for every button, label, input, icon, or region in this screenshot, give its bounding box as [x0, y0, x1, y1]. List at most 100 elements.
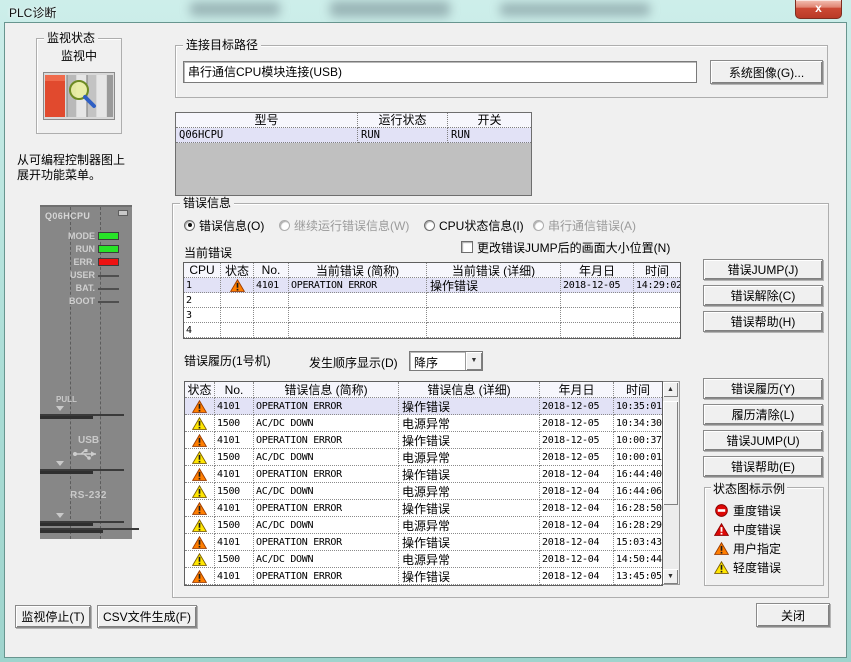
column-header: 年月日: [561, 263, 634, 278]
radio-label: 继续运行错误信息(W): [294, 217, 409, 234]
error-detail-cell: 操作错误: [399, 534, 540, 551]
date-cell: 2018-12-04: [540, 483, 614, 500]
order-select[interactable]: 降序 ▼: [409, 351, 483, 371]
radio-circle: [279, 220, 290, 231]
monitor-status-group: 监视状态 监视中: [36, 38, 122, 134]
user-specified-icon: [230, 279, 245, 292]
history-error-jump-button[interactable]: 错误JUMP(U): [703, 430, 823, 451]
user-specified-icon: [714, 542, 729, 555]
radio-2: 继续运行错误信息(W): [279, 218, 409, 232]
date-cell: 2018-12-04: [540, 517, 614, 534]
status-icon-cell: [221, 308, 254, 323]
table-row[interactable]: 4101OPERATION ERROR操作错误2018-12-0510:00:3…: [185, 432, 662, 449]
table-row[interactable]: Q06HCPURUNRUN: [176, 128, 531, 143]
module-slot-bar: [40, 521, 93, 526]
error-brief-cell: OPERATION ERROR: [254, 500, 399, 517]
current-error-table[interactable]: CPU状态No.当前错误 (简称)当前错误 (详细)年月日时间14101OPER…: [183, 262, 681, 339]
current-error-buttons: 错误JUMP(J) 错误解除(C) 错误帮助(H): [703, 259, 823, 337]
minor-error-icon: [714, 561, 729, 574]
table-cell: RUN: [358, 128, 448, 143]
error-history-table[interactable]: 状态No.错误信息 (简称)错误信息 (详细)年月日时间4101OPERATIO…: [184, 381, 663, 586]
radio-3[interactable]: CPU状态信息(I): [424, 218, 524, 232]
column-header: 错误信息 (详细): [399, 382, 540, 398]
cpu-model-table[interactable]: 型号运行状态开关Q06HCPURUNRUN: [175, 112, 532, 196]
legend-label: 轻度错误: [730, 559, 781, 576]
led-indicator-bat: [98, 288, 119, 290]
error-no-cell: 1500: [215, 415, 254, 432]
error-brief-cell: OPERATION ERROR: [254, 398, 399, 415]
led-label: USER: [40, 270, 98, 280]
connection-path-field[interactable]: 串行通信CPU模块连接(USB): [183, 61, 697, 83]
history-clear-button[interactable]: 履历清除(L): [703, 404, 823, 425]
error-no-cell: [254, 293, 289, 308]
table-row[interactable]: 1500AC/DC DOWN电源异常2018-12-0510:34:30: [185, 415, 662, 432]
close-button[interactable]: 关闭: [756, 603, 830, 627]
error-brief-cell: [289, 308, 427, 323]
error-detail-cell: 操作错误: [399, 466, 540, 483]
minor-error-icon: [192, 451, 207, 464]
error-history-button[interactable]: 错误履历(Y): [703, 378, 823, 399]
column-header: 型号: [176, 113, 358, 128]
table-row[interactable]: 3: [184, 308, 680, 323]
status-icon-cell: [185, 449, 215, 466]
table-row[interactable]: 4: [184, 323, 680, 338]
chevron-down-icon[interactable]: ▼: [465, 352, 482, 370]
led-row: ERR.: [40, 255, 132, 268]
error-detail-cell: [427, 323, 561, 338]
table-row[interactable]: 4101OPERATION ERROR操作错误2018-12-0416:44:4…: [185, 466, 662, 483]
status-icon-cell: [185, 568, 215, 585]
time-cell: 10:00:01: [614, 449, 662, 466]
plc-led-list: MODERUNERR.USERBAT.BOOT: [40, 229, 132, 307]
error-detail-cell: [427, 308, 561, 323]
error-brief-cell: AC/DC DOWN: [254, 483, 399, 500]
legend-item: 中度错误: [712, 520, 781, 539]
status-icon-cell: [221, 278, 254, 293]
module-slot-bar: [40, 469, 93, 474]
order-select-value: 降序: [414, 354, 438, 371]
error-help-button[interactable]: 错误帮助(H): [703, 311, 823, 332]
table-row[interactable]: 2: [184, 293, 680, 308]
table-row[interactable]: 4101OPERATION ERROR操作错误2018-12-0416:28:5…: [185, 500, 662, 517]
checkbox-label: 更改错误JUMP后的画面大小位置(N): [477, 239, 670, 256]
led-row: BAT.: [40, 281, 132, 294]
status-icon-cell: [185, 415, 215, 432]
system-image-button[interactable]: 系统图像(G)...: [710, 60, 823, 84]
close-icon: x: [815, 1, 822, 15]
error-no-cell: 4101: [215, 466, 254, 483]
table-row[interactable]: 14101OPERATION ERROR操作错误2018-12-0514:29:…: [184, 278, 680, 293]
column-header: 开关: [448, 113, 531, 128]
hint-text: 从可编程控制器图上 展开功能菜单。: [17, 153, 167, 183]
table-row[interactable]: 4101OPERATION ERROR操作错误2018-12-0413:45:0…: [185, 568, 662, 585]
radio-1[interactable]: 错误信息(O): [184, 218, 264, 232]
monitor-stop-button[interactable]: 监视停止(T): [15, 605, 91, 628]
table-row[interactable]: 1500AC/DC DOWN电源异常2018-12-0510:00:01: [185, 449, 662, 466]
legend-label: 中度错误: [730, 521, 781, 538]
scroll-up-button[interactable]: ▲: [663, 382, 678, 397]
scroll-down-button[interactable]: ▼: [663, 569, 678, 584]
plc-module-graphic[interactable]: Q06HCPU MODERUNERR.USERBAT.BOOT PULL USB…: [40, 205, 132, 539]
error-brief-cell: [289, 293, 427, 308]
table-row[interactable]: 1500AC/DC DOWN电源异常2018-12-0416:28:29: [185, 517, 662, 534]
resize-after-jump-checkbox[interactable]: 更改错误JUMP后的画面大小位置(N): [461, 240, 670, 254]
table-row[interactable]: 1500AC/DC DOWN电源异常2018-12-0416:44:06: [185, 483, 662, 500]
table-row[interactable]: 1500AC/DC DOWN电源异常2018-12-0414:50:44: [185, 551, 662, 568]
error-jump-button[interactable]: 错误JUMP(J): [703, 259, 823, 280]
status-icon-cell: [221, 293, 254, 308]
led-row: USER: [40, 268, 132, 281]
table-row[interactable]: 4101OPERATION ERROR操作错误2018-12-0510:35:0…: [185, 398, 662, 415]
monitor-image[interactable]: [43, 72, 115, 120]
history-scrollbar[interactable]: ▲ ▼: [663, 381, 680, 585]
column-header: No.: [254, 263, 289, 278]
module-latch: [118, 210, 128, 216]
status-icon-legend-group: 状态图标示例 重度错误中度错误用户指定轻度错误: [704, 487, 824, 586]
pull-arrow-icon: [56, 406, 64, 411]
scrollbar-thumb[interactable]: [663, 401, 678, 505]
csv-generate-button[interactable]: CSV文件生成(F): [97, 605, 197, 628]
error-clear-button[interactable]: 错误解除(C): [703, 285, 823, 306]
error-brief-cell: OPERATION ERROR: [254, 466, 399, 483]
time-cell: 14:29:02: [634, 278, 680, 293]
table-row[interactable]: 4101OPERATION ERROR操作错误2018-12-0415:03:4…: [185, 534, 662, 551]
history-error-help-button[interactable]: 错误帮助(E): [703, 456, 823, 477]
slot-arrow-icon: [56, 513, 64, 518]
close-window-button[interactable]: x: [795, 0, 842, 19]
